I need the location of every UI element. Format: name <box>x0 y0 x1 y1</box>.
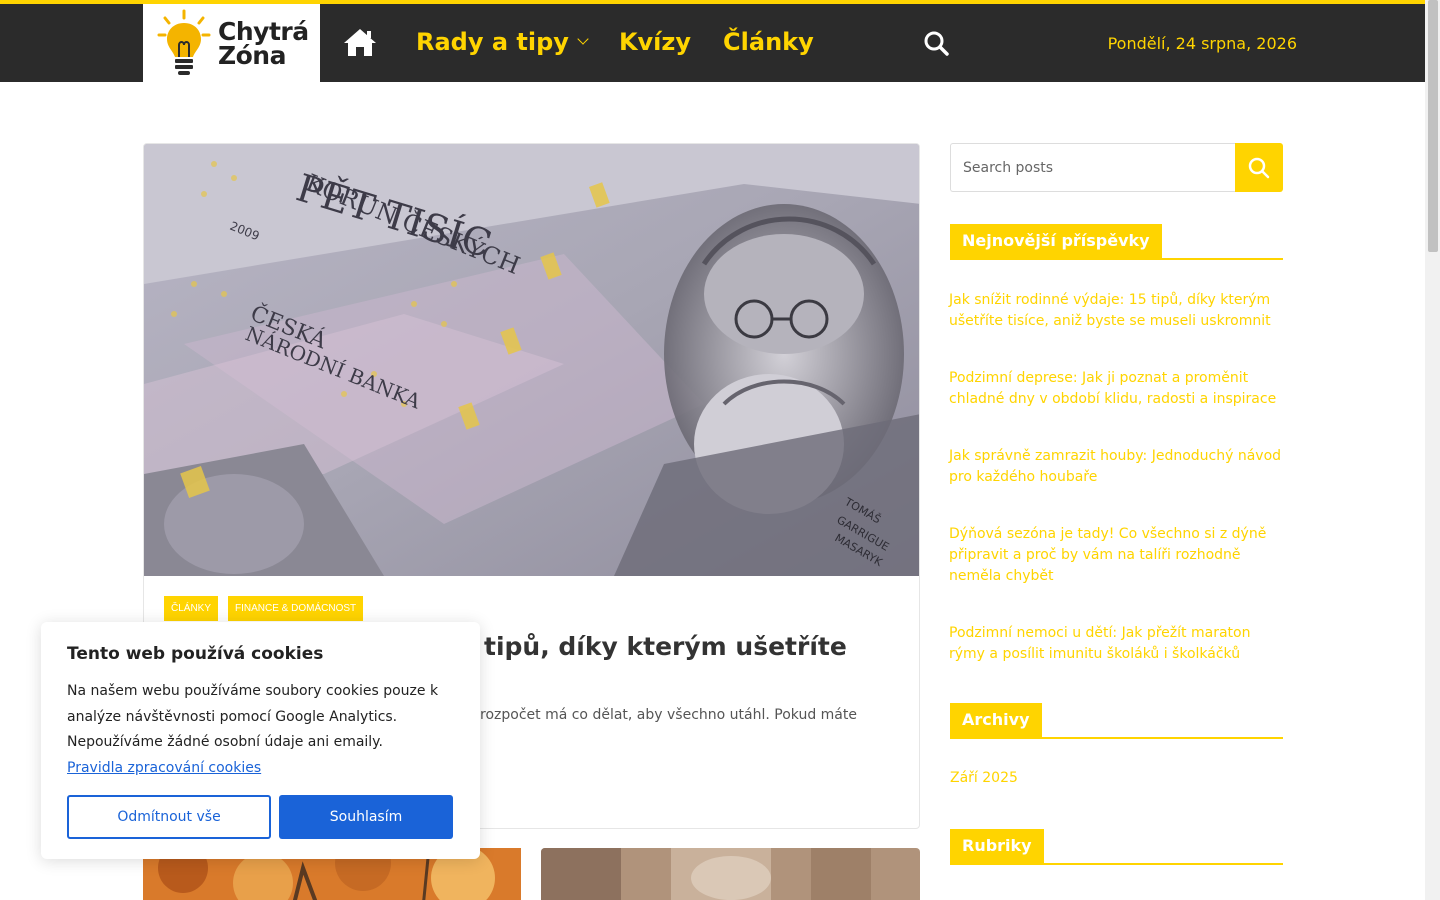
lightbulb-icon <box>157 9 211 75</box>
widget-title: Rubriky <box>950 829 1044 863</box>
logo-text: Chytrá Zóna <box>218 17 309 70</box>
tag-finance-domacnost[interactable]: Finance & domácnost <box>228 596 364 621</box>
home-icon[interactable] <box>343 27 377 57</box>
recent-post-link[interactable]: Jak správně zamrazit houby: Jednoduchý n… <box>949 446 1284 488</box>
article-image[interactable]: PĚT TISÍC KORUN ČESKÝCH ČESKÁ NÁRODNÍ BA… <box>144 144 919 576</box>
reject-all-button[interactable]: Odmítnout vše <box>67 795 271 839</box>
banknote-illustration: PĚT TISÍC KORUN ČESKÝCH ČESKÁ NÁRODNÍ BA… <box>144 144 919 576</box>
widget-categories-header: Rubriky <box>950 829 1283 865</box>
widget-title: Nejnovější příspěvky <box>950 224 1162 258</box>
article-thumbnail-kitchen[interactable] <box>541 848 920 900</box>
header-date: Pondělí, 24 srpna, 2026 <box>1107 34 1297 53</box>
search-icon <box>1248 157 1270 178</box>
widget-recent-posts-header: Nejnovější příspěvky <box>950 224 1283 260</box>
widget-archives-header: Archivy <box>950 703 1283 739</box>
cookie-text: Na našem webu používáme soubory cookies … <box>67 683 439 776</box>
recent-posts-list: Jak snížit rodinné výdaje: 15 tipů, díky… <box>949 290 1284 701</box>
nav-item-kvizy[interactable]: Kvízy <box>619 28 691 56</box>
chevron-down-icon <box>577 33 589 45</box>
recent-post-link[interactable]: Jak snížit rodinné výdaje: 15 tipů, díky… <box>949 290 1284 332</box>
recent-post-link[interactable]: Dýňová sezóna je tady! Co všechno si z d… <box>949 524 1284 587</box>
sidebar-search <box>950 143 1283 192</box>
cookie-policy-link[interactable]: Pravidla zpracování cookies <box>67 760 261 776</box>
article-tags: Články Finance & domácnost <box>164 596 373 621</box>
widget-title: Archivy <box>950 703 1042 737</box>
recent-post-link[interactable]: Podzimní nemoci u dětí: Jak přežít marat… <box>949 623 1284 665</box>
cookie-title: Tento web používá cookies <box>67 644 324 664</box>
main-nav: Rady a tipy Kvízy Články <box>416 28 846 56</box>
search-input[interactable] <box>950 143 1235 192</box>
search-button[interactable] <box>1235 143 1283 192</box>
tag-clanky[interactable]: Články <box>164 596 219 621</box>
cookie-consent-dialog: Tento web používá cookies Na našem webu … <box>41 622 480 859</box>
archive-link[interactable]: Září 2025 <box>950 770 1018 786</box>
nav-item-clanky[interactable]: Články <box>723 28 814 56</box>
recent-post-link[interactable]: Podzimní deprese: Jak ji poznat a proměn… <box>949 368 1284 410</box>
search-icon[interactable] <box>923 30 949 56</box>
accept-button[interactable]: Souhlasím <box>279 795 453 839</box>
page-scrollbar-thumb[interactable] <box>1428 0 1438 252</box>
site-logo[interactable]: Chytrá Zóna <box>143 4 320 82</box>
nav-item-rady-a-tipy[interactable]: Rady a tipy <box>416 28 589 56</box>
